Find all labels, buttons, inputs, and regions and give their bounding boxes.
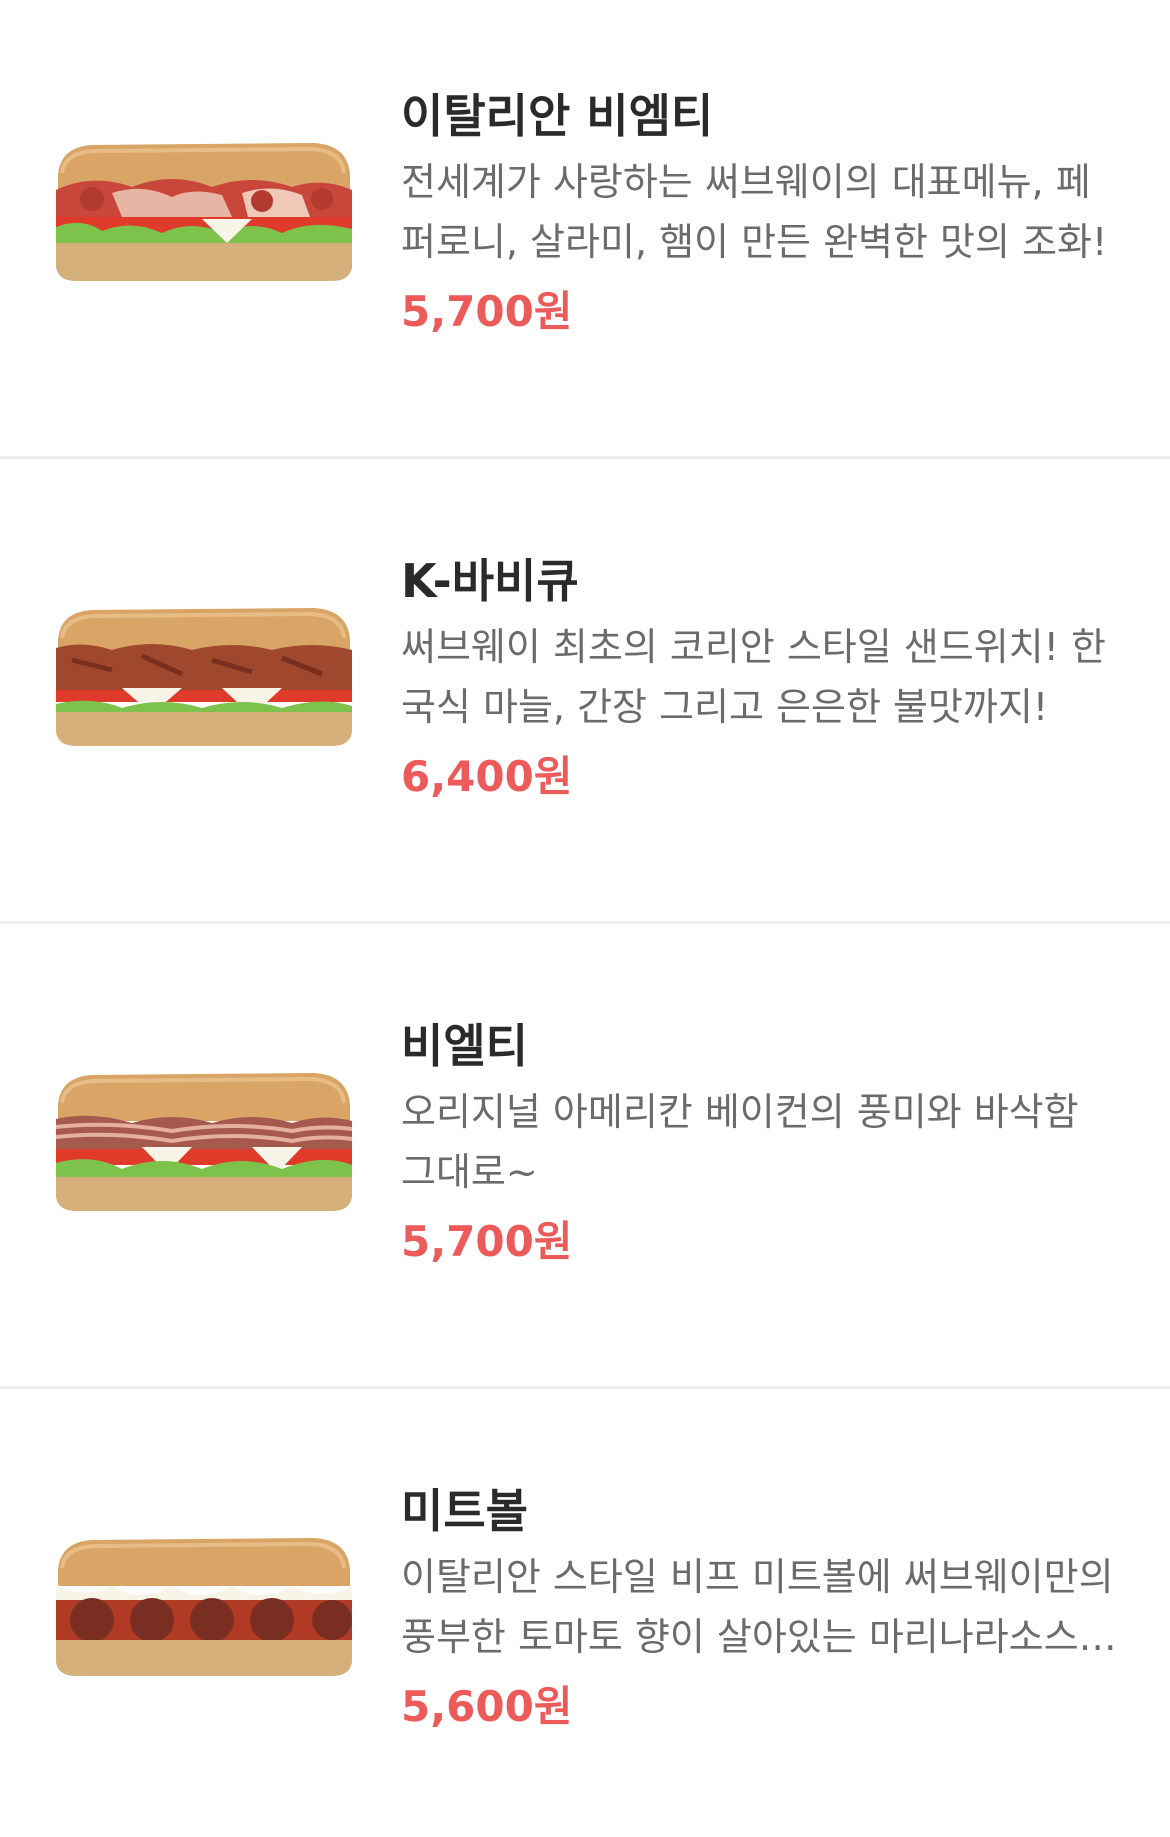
- meatball-sandwich-image: [56, 1538, 352, 1676]
- menu-item-description: 써브웨이 최초의 코리안 스타일 샌드위치! 한국식 마늘, 간장 그리고 은은…: [401, 625, 1106, 729]
- menu-item-meatball[interactable]: 미트볼 이탈리안 스타일 비프 미트볼에 써브웨이만의 풍부한 토마토 향이 살…: [0, 1395, 1170, 1837]
- menu-item-description: 오리지널 아메리칸 베이컨의 풍미와 바삭함 그대로~: [401, 1090, 1079, 1194]
- menu-item-info: 이탈리안 비엠티 전세계가 사랑하는 써브웨이의 대표메뉴, 페퍼로니, 살라미…: [401, 86, 1121, 342]
- italian-bmt-sandwich-image: [56, 143, 352, 281]
- menu-item-italian-bmt[interactable]: 이탈리안 비엠티 전세계가 사랑하는 써브웨이의 대표메뉴, 페퍼로니, 살라미…: [0, 0, 1170, 458]
- menu-item-k-bbq[interactable]: K-바비큐 써브웨이 최초의 코리안 스타일 샌드위치! 한국식 마늘, 간장 …: [0, 465, 1170, 923]
- menu-item-description: 이탈리안 스타일 비프 미트볼에 써브웨이만의 풍부한 토마토 향이 살아있는 …: [401, 1555, 1117, 1659]
- menu-item-info: 미트볼 이탈리안 스타일 비프 미트볼에 써브웨이만의 풍부한 토마토 향이 살…: [401, 1481, 1121, 1737]
- menu-item-blt[interactable]: 비엘티 오리지널 아메리칸 베이컨의 풍미와 바삭함 그대로~ 5,700원: [0, 930, 1170, 1388]
- blt-sandwich-image: [55, 1073, 353, 1211]
- divider: [0, 456, 1170, 459]
- divider: [0, 921, 1170, 924]
- menu-item-info: K-바비큐 써브웨이 최초의 코리안 스타일 샌드위치! 한국식 마늘, 간장 …: [401, 551, 1121, 807]
- menu-item-price: 5,700원: [401, 1217, 573, 1266]
- menu-item-name: 미트볼: [401, 1484, 528, 1538]
- menu-item-price: 6,400원: [401, 752, 573, 801]
- menu-item-info: 비엘티 오리지널 아메리칸 베이컨의 풍미와 바삭함 그대로~ 5,700원: [401, 1016, 1121, 1272]
- menu-item-description: 전세계가 사랑하는 써브웨이의 대표메뉴, 페퍼로니, 살라미, 햄이 만든 완…: [401, 160, 1108, 264]
- menu-list: 이탈리안 비엠티 전세계가 사랑하는 써브웨이의 대표메뉴, 페퍼로니, 살라미…: [0, 0, 1170, 1837]
- menu-item-price: 5,600원: [401, 1682, 573, 1731]
- menu-item-name: 이탈리안 비엠티: [401, 89, 714, 143]
- divider: [0, 1386, 1170, 1389]
- menu-item-price: 5,700원: [401, 287, 573, 336]
- menu-item-name: K-바비큐: [401, 554, 579, 608]
- menu-item-name: 비엘티: [401, 1019, 528, 1073]
- k-bbq-sandwich-image: [56, 608, 352, 746]
